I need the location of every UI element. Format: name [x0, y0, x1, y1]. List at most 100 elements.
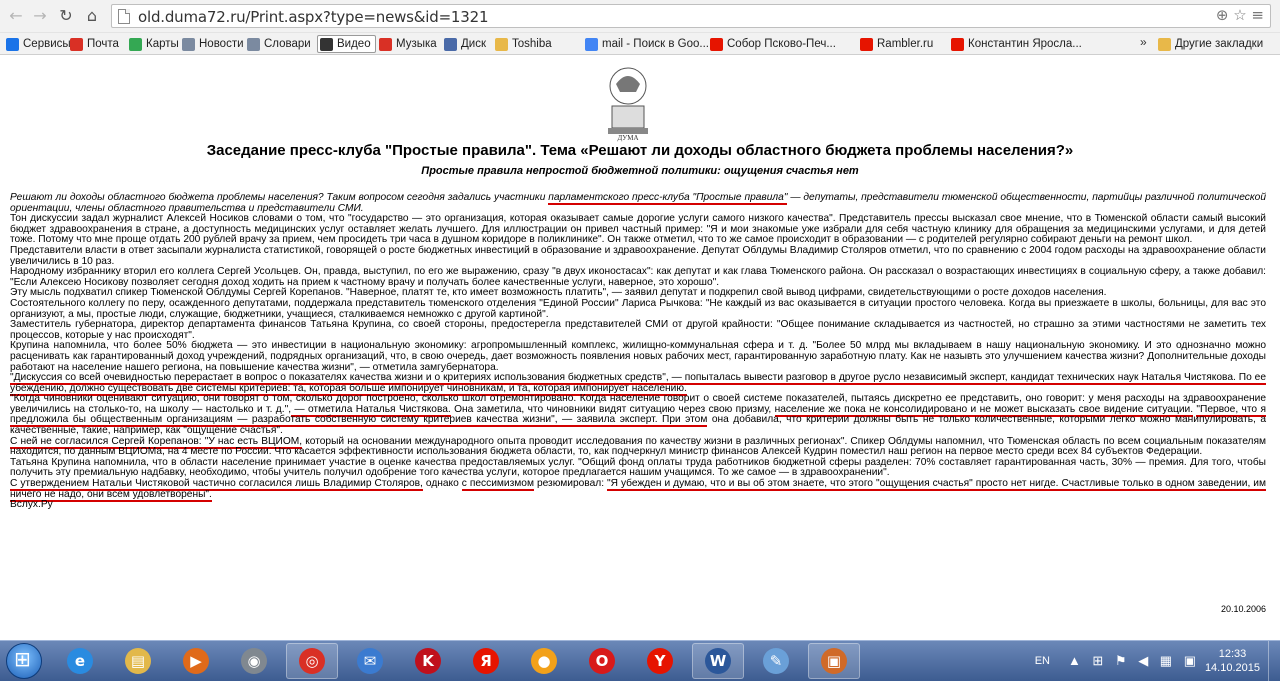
language-indicator[interactable]: EN	[1035, 655, 1050, 667]
browser-toolbar: ← → ↻ ⌂ old.duma72.ru/Print.aspx?type=ne…	[0, 0, 1280, 33]
chrome-icon: ◎	[299, 648, 325, 674]
paragraph: Представители власти в ответ засыпали жу…	[10, 244, 1266, 267]
start-button[interactable]	[6, 643, 42, 679]
bookmark-item[interactable]: Собор Псково-Печ...	[710, 35, 836, 53]
emblem-label: ДУМА	[617, 134, 638, 142]
taskbar-app[interactable]: Y	[634, 643, 686, 679]
bookmark-label: Карты	[146, 38, 179, 50]
media-player-icon: ▶	[183, 648, 209, 674]
clock-time: 12:33	[1218, 648, 1247, 660]
taskbar-app[interactable]: ▤	[112, 643, 164, 679]
press-club-link[interactable]: парламентского пресс-клуба "Простые прав…	[548, 192, 788, 205]
kaspersky-icon: K	[415, 648, 441, 674]
bookmark-label: Диск	[461, 38, 486, 50]
taskbar-app[interactable]: ✎	[750, 643, 802, 679]
ie-icon: e	[67, 648, 93, 674]
article-source: Вслух.Ру	[10, 499, 53, 511]
clock[interactable]: 12:33 14.10.2015	[1205, 647, 1260, 675]
apps-icon	[6, 37, 19, 51]
yandex-icon	[860, 37, 873, 51]
paragraph: Тон дискуссии задал журналист Алексей Но…	[10, 213, 1266, 246]
folder-icon	[1158, 37, 1171, 51]
agent-icon: ●	[531, 648, 557, 674]
bookmark-label: Новости	[199, 38, 244, 50]
clock-date: 14.10.2015	[1204, 662, 1260, 674]
taskbar-app[interactable]: O	[576, 643, 628, 679]
paragraph: Народному избраннику вторил его коллега …	[10, 266, 1266, 288]
disk-icon	[444, 37, 457, 51]
taskbar-app[interactable]: W	[692, 643, 744, 679]
paragraph: Татьяна Крупина напомнила, что в области…	[10, 456, 1266, 479]
paragraph: С утверждением Натальи Чистяковой частич…	[10, 478, 1266, 502]
highlighted-paragraph: "Дискуссия со всей очевидностью перераст…	[10, 372, 1266, 396]
paragraph: Заместитель губернатора, директор департ…	[10, 319, 1266, 341]
back-icon[interactable]: ←	[6, 6, 26, 26]
bookmark-label: Собор Псково-Печ...	[727, 38, 836, 50]
taskbar-app[interactable]: ✉	[344, 643, 396, 679]
home-icon[interactable]: ⌂	[82, 6, 102, 26]
paragraph: Крупина напомнила, что более 50% бюджета…	[10, 340, 1266, 373]
bookmark-item[interactable]: Rambler.ru	[860, 35, 933, 53]
bookmark-item[interactable]: Словари	[247, 35, 311, 53]
article-body: Решают ли доходы областного бюджета проб…	[10, 192, 1266, 511]
bookmark-item[interactable]: Видео	[317, 35, 376, 53]
lead-paragraph: Решают ли доходы областного бюджета проб…	[10, 192, 1266, 214]
bookmark-label: Видео	[337, 38, 371, 50]
article-date: 20.10.2006	[1220, 604, 1266, 614]
bookmark-label: mail - Поиск в Goo...	[602, 38, 709, 50]
reload-icon[interactable]: ↻	[56, 6, 76, 26]
bookmark-label: Rambler.ru	[877, 38, 934, 50]
taskbar-app[interactable]: e	[54, 643, 106, 679]
bookmark-label: Почта	[87, 38, 119, 50]
taskbar-app[interactable]: ▶	[170, 643, 222, 679]
folder-icon	[495, 37, 508, 51]
page-icon	[182, 37, 195, 51]
tray-icons[interactable]: ▲ ⊞ ⚑ ◀ ▦ ▣	[1068, 653, 1200, 669]
duma-emblem: ДУМА	[608, 67, 648, 142]
taskbar-app[interactable]: Я	[460, 643, 512, 679]
bookmark-label: Toshiba	[512, 38, 552, 50]
taskbar: EN ▲ ⊞ ⚑ ◀ ▦ ▣ 12:33 14.10.2015 e ▤ ▶ ◉ ◎ ✉ K Я…	[0, 640, 1280, 681]
music-icon	[379, 37, 392, 51]
other-bookmarks[interactable]: Другие закладки	[1158, 35, 1263, 53]
yandex-icon: Я	[473, 648, 499, 674]
maps-icon	[129, 37, 142, 51]
disc-icon: ◉	[241, 648, 267, 674]
url-text[interactable]: old.duma72.ru/Print.aspx?type=news&id=13…	[138, 8, 489, 26]
zoom-icon[interactable]: ⊕ ☆ ≡	[1216, 6, 1264, 24]
bookmark-item[interactable]: Toshiba	[495, 35, 552, 53]
bookmark-item[interactable]: Новости	[182, 35, 244, 53]
bookmark-label: Константин Яросла...	[968, 38, 1082, 50]
app-icon: ▣	[821, 648, 847, 674]
email-icon: ✉	[357, 648, 383, 674]
opera-icon: O	[589, 648, 615, 674]
forward-icon[interactable]: →	[30, 6, 50, 26]
bookmark-item[interactable]: Музыка	[379, 35, 437, 53]
bookmark-item[interactable]: Сервисы	[6, 35, 71, 53]
page-icon	[247, 37, 260, 51]
address-bar[interactable]: old.duma72.ru/Print.aspx?type=news&id=13…	[111, 4, 1271, 28]
word-icon: W	[705, 648, 731, 674]
page-content: ДУМА Заседание пресс-клуба "Простые прав…	[0, 56, 1280, 640]
paragraph: С ней не согласился Сергей Корепанов: "У…	[10, 435, 1266, 458]
bookmark-item[interactable]: Диск	[444, 35, 486, 53]
bookmark-item[interactable]: mail - Поиск в Goo...	[585, 35, 709, 53]
taskbar-app[interactable]: K	[402, 643, 454, 679]
article-title: Заседание пресс-клуба "Простые правила".…	[206, 142, 1074, 159]
bookmarks-bar: » Другие закладки Сервисы Почта Карты Новос…	[0, 33, 1280, 55]
bookmark-item[interactable]: Почта	[70, 35, 119, 53]
google-icon	[585, 37, 598, 51]
paint-icon: ✎	[763, 648, 789, 674]
taskbar-app[interactable]: ▣	[808, 643, 860, 679]
bookmark-item[interactable]: Карты	[129, 35, 179, 53]
more-bookmarks-button[interactable]: »	[1140, 35, 1147, 49]
show-desktop-button[interactable]	[1268, 641, 1280, 681]
taskbar-app[interactable]: ◉	[228, 643, 280, 679]
mail-icon	[70, 37, 83, 51]
paragraph: Состоятельного коллегу по перу, осажденн…	[10, 297, 1266, 320]
bookmark-item[interactable]: Константин Яросла...	[951, 35, 1082, 53]
paragraph: "Когда чиновники оценивают ситуацию, они…	[10, 393, 1266, 437]
video-icon	[320, 37, 333, 51]
taskbar-app[interactable]: ●	[518, 643, 570, 679]
taskbar-app[interactable]: ◎	[286, 643, 338, 679]
